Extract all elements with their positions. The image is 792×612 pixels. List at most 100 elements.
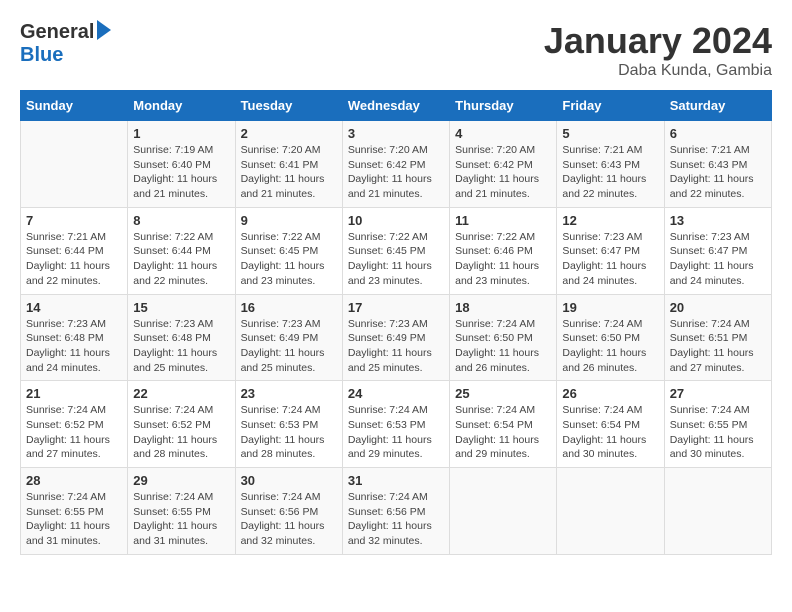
day-number: 10 [348,213,444,228]
day-detail: Sunrise: 7:21 AM Sunset: 6:43 PM Dayligh… [562,143,658,202]
day-number: 25 [455,386,551,401]
calendar-cell: 22 Sunrise: 7:24 AM Sunset: 6:52 PM Dayli… [128,381,235,468]
day-number: 27 [670,386,766,401]
day-number: 21 [26,386,122,401]
day-number: 1 [133,126,229,141]
calendar-cell: 28 Sunrise: 7:24 AM Sunset: 6:55 PM Dayli… [21,468,128,555]
day-number: 29 [133,473,229,488]
day-detail: Sunrise: 7:23 AM Sunset: 6:47 PM Dayligh… [562,230,658,289]
calendar-cell: 11 Sunrise: 7:22 AM Sunset: 6:46 PM Dayli… [450,207,557,294]
location-subtitle: Daba Kunda, Gambia [544,62,772,80]
day-number: 16 [241,300,337,315]
calendar-cell: 17Sunrise: 7:23 AM Sunset: 6:49 PM Dayli… [342,294,449,381]
day-of-week-header: Tuesday [235,91,342,121]
day-of-week-header: Wednesday [342,91,449,121]
day-of-week-header: Saturday [664,91,771,121]
day-detail: Sunrise: 7:24 AM Sunset: 6:52 PM Dayligh… [26,403,122,462]
calendar-cell: 6Sunrise: 7:21 AM Sunset: 6:43 PM Daylig… [664,121,771,208]
day-detail: Sunrise: 7:23 AM Sunset: 6:49 PM Dayligh… [241,317,337,376]
calendar-week-row: 7 Sunrise: 7:21 AM Sunset: 6:44 PM Daylig… [21,207,772,294]
logo-blue: Blue [20,44,63,67]
day-number: 26 [562,386,658,401]
calendar-cell [557,468,664,555]
calendar-cell: 10Sunrise: 7:22 AM Sunset: 6:45 PM Dayli… [342,207,449,294]
logo-triangle-icon [97,20,111,44]
day-number: 7 [26,213,122,228]
calendar-cell: 7 Sunrise: 7:21 AM Sunset: 6:44 PM Daylig… [21,207,128,294]
day-detail: Sunrise: 7:22 AM Sunset: 6:45 PM Dayligh… [241,230,337,289]
day-detail: Sunrise: 7:24 AM Sunset: 6:50 PM Dayligh… [455,317,551,376]
calendar-cell [664,468,771,555]
calendar-week-row: 28 Sunrise: 7:24 AM Sunset: 6:55 PM Dayli… [21,468,772,555]
calendar-cell: 29 Sunrise: 7:24 AM Sunset: 6:55 PM Dayli… [128,468,235,555]
day-detail: Sunrise: 7:20 AM Sunset: 6:42 PM Dayligh… [455,143,551,202]
day-number: 6 [670,126,766,141]
day-detail: Sunrise: 7:23 AM Sunset: 6:47 PM Dayligh… [670,230,766,289]
day-number: 23 [241,386,337,401]
calendar-cell: 2 Sunrise: 7:20 AM Sunset: 6:41 PM Daylig… [235,121,342,208]
day-of-week-header: Sunday [21,91,128,121]
title-area: January 2024 Daba Kunda, Gambia [544,20,772,80]
day-detail: Sunrise: 7:24 AM Sunset: 6:54 PM Dayligh… [562,403,658,462]
calendar-week-row: 14 Sunrise: 7:23 AM Sunset: 6:48 PM Dayli… [21,294,772,381]
day-detail: Sunrise: 7:24 AM Sunset: 6:55 PM Dayligh… [133,490,229,549]
day-number: 9 [241,213,337,228]
calendar-week-row: 21 Sunrise: 7:24 AM Sunset: 6:52 PM Dayli… [21,381,772,468]
day-detail: Sunrise: 7:20 AM Sunset: 6:41 PM Dayligh… [241,143,337,202]
calendar-cell: 4 Sunrise: 7:20 AM Sunset: 6:42 PM Daylig… [450,121,557,208]
day-detail: Sunrise: 7:21 AM Sunset: 6:44 PM Dayligh… [26,230,122,289]
calendar-cell [21,121,128,208]
calendar-cell: 1Sunrise: 7:19 AM Sunset: 6:40 PM Daylig… [128,121,235,208]
calendar-cell [450,468,557,555]
calendar-cell: 25Sunrise: 7:24 AM Sunset: 6:54 PM Dayli… [450,381,557,468]
calendar-cell: 30Sunrise: 7:24 AM Sunset: 6:56 PM Dayli… [235,468,342,555]
calendar-cell: 15Sunrise: 7:23 AM Sunset: 6:48 PM Dayli… [128,294,235,381]
calendar-cell: 31Sunrise: 7:24 AM Sunset: 6:56 PM Dayli… [342,468,449,555]
day-number: 11 [455,213,551,228]
logo-general: General [20,22,94,42]
day-number: 20 [670,300,766,315]
day-of-week-header: Thursday [450,91,557,121]
calendar-cell: 5 Sunrise: 7:21 AM Sunset: 6:43 PM Daylig… [557,121,664,208]
day-number: 15 [133,300,229,315]
day-detail: Sunrise: 7:24 AM Sunset: 6:55 PM Dayligh… [26,490,122,549]
calendar-cell: 24Sunrise: 7:24 AM Sunset: 6:53 PM Dayli… [342,381,449,468]
calendar-cell: 9 Sunrise: 7:22 AM Sunset: 6:45 PM Daylig… [235,207,342,294]
day-number: 19 [562,300,658,315]
day-detail: Sunrise: 7:22 AM Sunset: 6:46 PM Dayligh… [455,230,551,289]
calendar-cell: 18 Sunrise: 7:24 AM Sunset: 6:50 PM Dayli… [450,294,557,381]
day-detail: Sunrise: 7:24 AM Sunset: 6:56 PM Dayligh… [241,490,337,549]
calendar-cell: 14 Sunrise: 7:23 AM Sunset: 6:48 PM Dayli… [21,294,128,381]
day-detail: Sunrise: 7:20 AM Sunset: 6:42 PM Dayligh… [348,143,444,202]
calendar-cell: 27 Sunrise: 7:24 AM Sunset: 6:55 PM Dayli… [664,381,771,468]
day-detail: Sunrise: 7:24 AM Sunset: 6:56 PM Dayligh… [348,490,444,549]
calendar-cell: 13Sunrise: 7:23 AM Sunset: 6:47 PM Dayli… [664,207,771,294]
logo: General Blue [20,20,111,67]
month-title: January 2024 [544,20,772,62]
calendar-cell: 3 Sunrise: 7:20 AM Sunset: 6:42 PM Daylig… [342,121,449,208]
day-number: 2 [241,126,337,141]
day-detail: Sunrise: 7:23 AM Sunset: 6:48 PM Dayligh… [26,317,122,376]
day-number: 28 [26,473,122,488]
day-detail: Sunrise: 7:24 AM Sunset: 6:53 PM Dayligh… [241,403,337,462]
day-detail: Sunrise: 7:22 AM Sunset: 6:44 PM Dayligh… [133,230,229,289]
day-number: 4 [455,126,551,141]
day-number: 8 [133,213,229,228]
day-number: 12 [562,213,658,228]
day-number: 22 [133,386,229,401]
day-detail: Sunrise: 7:24 AM Sunset: 6:52 PM Dayligh… [133,403,229,462]
day-detail: Sunrise: 7:24 AM Sunset: 6:55 PM Dayligh… [670,403,766,462]
page-header: General Blue January 2024 Daba Kunda, Ga… [20,20,772,80]
calendar-table: SundayMondayTuesdayWednesdayThursdayFrid… [20,90,772,555]
calendar-cell: 21 Sunrise: 7:24 AM Sunset: 6:52 PM Dayli… [21,381,128,468]
calendar-cell: 12 Sunrise: 7:23 AM Sunset: 6:47 PM Dayli… [557,207,664,294]
day-number: 24 [348,386,444,401]
calendar-cell: 26 Sunrise: 7:24 AM Sunset: 6:54 PM Dayli… [557,381,664,468]
calendar-cell: 16 Sunrise: 7:23 AM Sunset: 6:49 PM Dayli… [235,294,342,381]
day-number: 3 [348,126,444,141]
day-number: 14 [26,300,122,315]
day-detail: Sunrise: 7:23 AM Sunset: 6:49 PM Dayligh… [348,317,444,376]
calendar-cell: 20Sunrise: 7:24 AM Sunset: 6:51 PM Dayli… [664,294,771,381]
day-number: 18 [455,300,551,315]
day-number: 5 [562,126,658,141]
